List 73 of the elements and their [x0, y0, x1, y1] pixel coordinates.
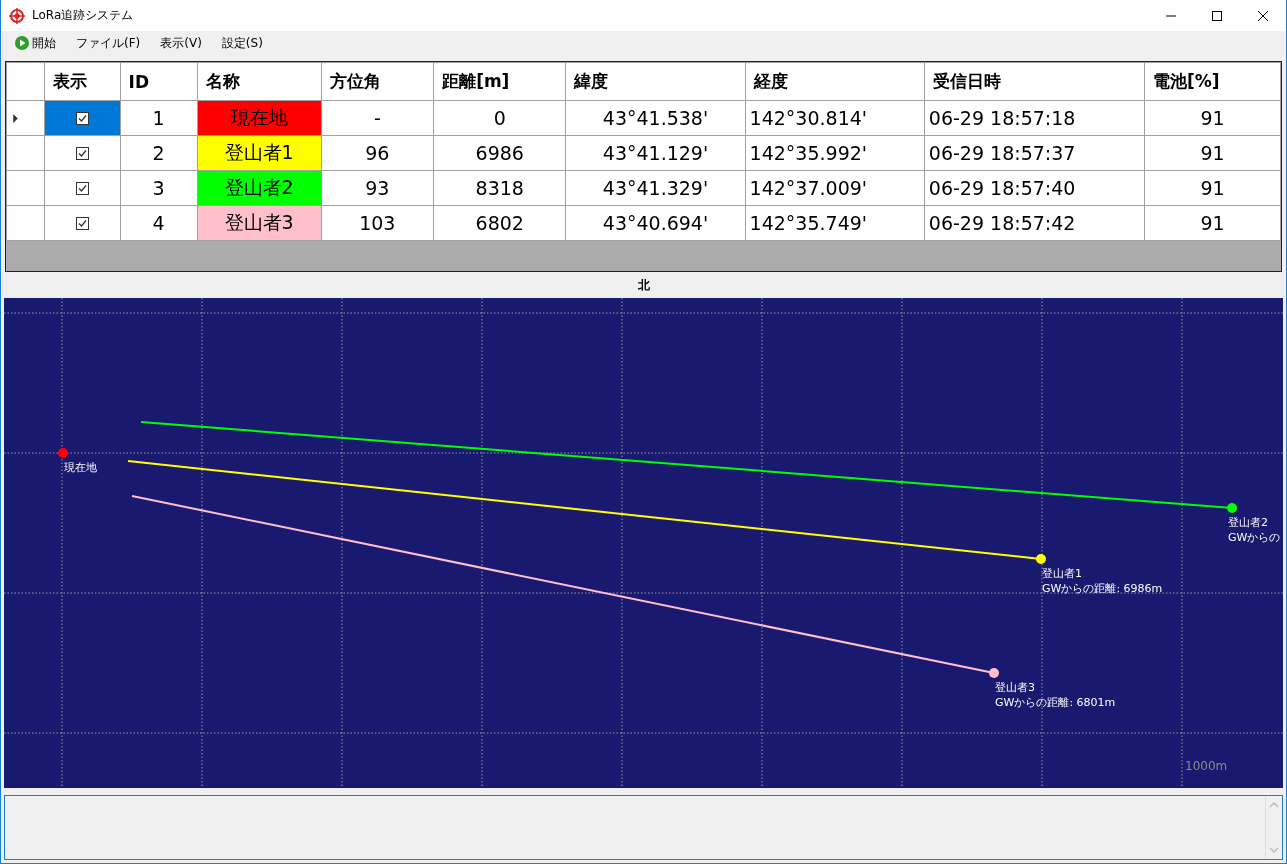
table-cell: 2 — [120, 135, 198, 171]
table-cell: 93 — [321, 170, 434, 206]
distance-label: GWからの — [1228, 531, 1281, 544]
row-header[interactable] — [6, 170, 45, 206]
row-header[interactable] — [6, 100, 45, 136]
table-cell: 96 — [321, 135, 434, 171]
table-cell: 91 — [1144, 100, 1281, 136]
checkbox-cell[interactable] — [44, 170, 121, 206]
table-cell: 142°37.009' — [745, 170, 925, 206]
table-cell: 43°41.538' — [565, 100, 746, 136]
close-icon[interactable] — [1258, 10, 1268, 21]
table-cell: 91 — [1144, 170, 1281, 206]
table-cell: 142°30.814' — [745, 100, 925, 136]
name-cell: 登山者1 — [197, 135, 321, 171]
maximize-icon[interactable] — [1212, 10, 1222, 21]
marker-label: 登山者3 — [995, 681, 1035, 694]
north-label: 北 — [637, 276, 650, 294]
column-header[interactable]: 名称 — [197, 62, 321, 101]
table-cell: 43°41.329' — [565, 170, 746, 206]
table-cell: - — [321, 100, 434, 136]
table-cell: 91 — [1144, 135, 1281, 171]
checkbox-cell[interactable] — [44, 205, 121, 241]
checkbox[interactable] — [75, 216, 89, 230]
checkbox-cell[interactable] — [44, 100, 121, 136]
distance-label: GWからの距離: 6986m — [1042, 582, 1163, 595]
table-cell: 91 — [1144, 205, 1281, 241]
table-cell: 142°35.992' — [745, 135, 925, 171]
table-cell: 6986 — [433, 135, 566, 171]
table-cell: 4 — [120, 205, 198, 241]
table-cell: 06-29 18:57:37 — [924, 135, 1145, 171]
name-cell: 現在地 — [197, 100, 321, 136]
column-header[interactable]: 緯度 — [565, 62, 746, 101]
table-cell: 1 — [120, 100, 198, 136]
menu-item[interactable]: 表示(V) — [152, 32, 210, 54]
log-textbox[interactable] — [4, 795, 1283, 860]
column-header[interactable]: 表示 — [44, 62, 121, 101]
start-button[interactable]: 開始 — [7, 32, 64, 54]
table-cell: 6802 — [433, 205, 566, 241]
name-cell: 登山者3 — [197, 205, 321, 241]
row-pointer-icon — [13, 113, 18, 123]
distance-label: GWからの距離: 6801m — [995, 696, 1116, 709]
column-header[interactable]: 経度 — [745, 62, 925, 101]
table-cell: 06-29 18:57:18 — [924, 100, 1145, 136]
checkbox[interactable] — [75, 181, 89, 195]
table-cell: 103 — [321, 205, 434, 241]
menu-item[interactable]: 設定(S) — [213, 32, 271, 54]
column-header[interactable]: ID — [120, 62, 198, 101]
table-cell: 0 — [433, 100, 566, 136]
table-cell: 142°35.749' — [745, 205, 925, 241]
checkbox[interactable] — [75, 111, 89, 125]
table-cell: 43°41.129' — [565, 135, 746, 171]
table-cell: 06-29 18:57:42 — [924, 205, 1145, 241]
row-header[interactable] — [6, 205, 45, 241]
table-cell: 8318 — [433, 170, 566, 206]
marker-label: 現在地 — [64, 461, 97, 474]
column-header[interactable]: 受信日時 — [924, 62, 1145, 101]
name-cell: 登山者2 — [197, 170, 321, 206]
column-header[interactable]: 距離[m] — [433, 62, 566, 101]
table-cell: 3 — [120, 170, 198, 206]
marker-label: 登山者2 — [1228, 516, 1268, 529]
checkbox-cell[interactable] — [44, 135, 121, 171]
crosshair-icon — [9, 7, 25, 24]
row-header[interactable] — [6, 135, 45, 171]
scale-label: 1000m — [1185, 759, 1228, 773]
column-header[interactable]: 方位角 — [321, 62, 434, 101]
checkbox[interactable] — [75, 146, 89, 160]
column-header[interactable]: 電池[%] — [1144, 62, 1281, 101]
window-title: LoRa追跡システム — [32, 7, 135, 24]
table-cell: 43°40.694' — [565, 205, 746, 241]
menu-item[interactable]: ファイル(F) — [68, 32, 149, 54]
play-icon — [15, 36, 29, 50]
marker-label: 登山者1 — [1042, 567, 1082, 580]
table-cell: 06-29 18:57:40 — [924, 170, 1145, 206]
